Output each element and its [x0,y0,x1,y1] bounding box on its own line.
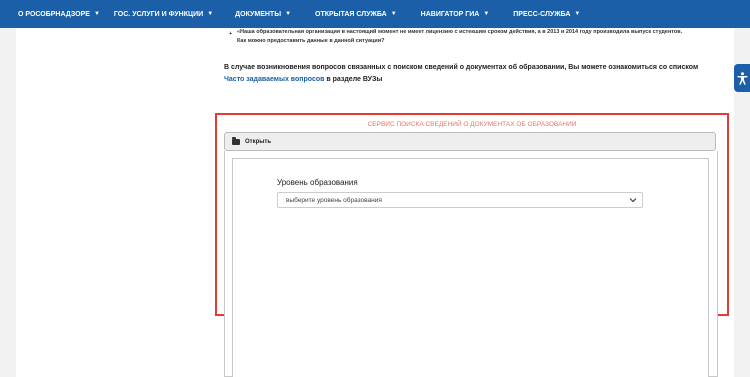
chevron-down-icon: ▼ [483,11,490,17]
faq-question-line-1: «Наша образовательная организация в наст… [237,29,683,35]
nav-item-services[interactable]: ГОС. УСЛУГИ И ФУНКЦИИ ▼ [114,11,213,18]
education-level-select[interactable]: выберите уровень образования [277,192,643,208]
nav-item-label: ДОКУМЕНТЫ [235,10,282,18]
nav-item-press[interactable]: ПРЕСС-СЛУЖБА ▼ [513,11,580,18]
info-line-2: Часто задаваемых вопросов в разделе ВУЗы [224,76,382,83]
nav-item-label: ГОС. УСЛУГИ И ФУНКЦИИ [113,10,204,18]
service-title: СЕРВИС ПОИСКА СВЕДЕНИЙ О ДОКУМЕНТАХ ОБ О… [367,121,577,128]
chevron-down-icon: ▼ [207,11,214,17]
faq-question-line-2: Как можно предоставить данные в данной с… [237,38,385,44]
open-label: Открыть [245,138,272,145]
top-navigation: О РОСОБРНАДЗОРЕ ▼ ГОС. УСЛУГИ И ФУНКЦИИ … [0,0,750,28]
accessibility-icon [737,71,747,85]
search-form-panel [232,158,709,377]
chevron-down-icon: ▼ [93,11,100,17]
info-line-2-suffix: в разделе ВУЗы [324,76,383,83]
nav-item-label: НАВИГАТОР ГИА [420,10,480,18]
education-level-value: выберите уровень образования [286,196,382,204]
folder-open-icon [232,136,240,145]
nav-item-label: О РОСОБРНАДЗОРЕ [18,10,90,18]
info-line-1: В случае возникновения вопросов связанны… [224,64,699,71]
chevron-down-icon: ▼ [574,11,581,17]
education-level-label: Уровень образования [277,178,358,187]
faq-link[interactable]: Часто задаваемых вопросов [224,76,324,83]
chevron-down-icon [629,198,637,203]
chevron-down-icon: ▼ [390,11,397,17]
nav-item-label: ОТКРЫТАЯ СЛУЖБА [315,10,387,18]
faq-bullet-icon: + [229,31,233,37]
nav-item-about[interactable]: О РОСОБРНАДЗОРЕ ▼ [18,11,100,18]
left-page-gutter [0,28,16,377]
open-toggle-button[interactable]: Открыть [224,132,716,151]
nav-item-documents[interactable]: ДОКУМЕНТЫ ▼ [235,11,291,18]
chevron-down-icon: ▼ [285,11,292,17]
nav-item-label: ПРЕСС-СЛУЖБА [513,10,571,18]
accessibility-button[interactable] [734,64,750,92]
nav-item-gia-navigator[interactable]: НАВИГАТОР ГИА ▼ [421,11,490,18]
nav-item-open-service[interactable]: ОТКРЫТАЯ СЛУЖБА ▼ [315,11,397,18]
